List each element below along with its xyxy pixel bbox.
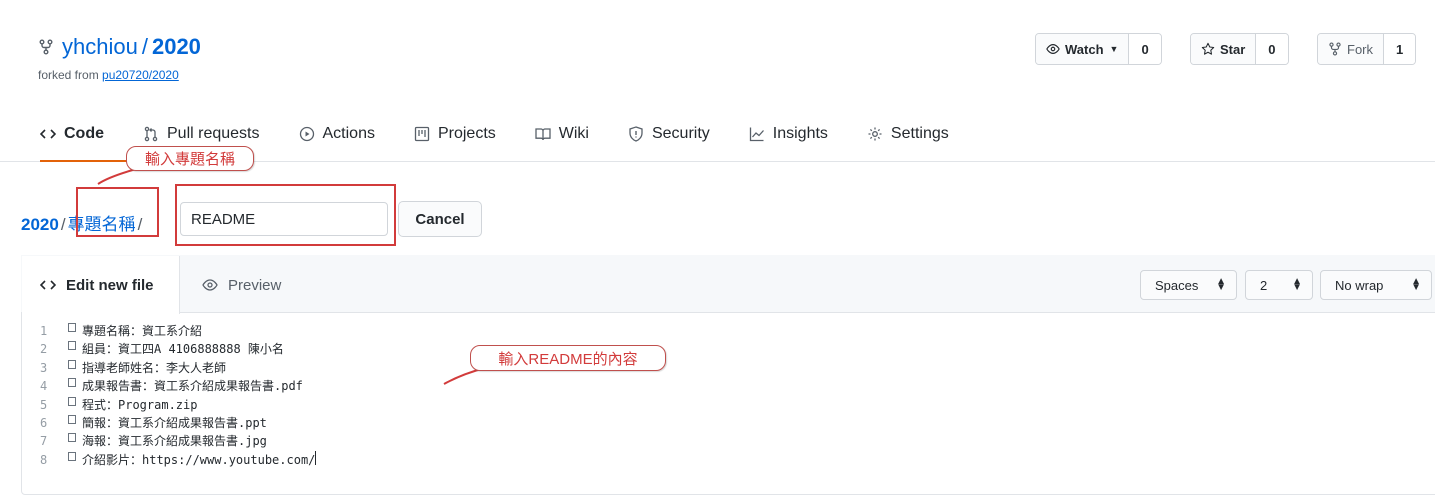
annotation-box-folder (76, 187, 159, 237)
project-name-callout: 輸入專題名稱 (126, 146, 254, 171)
annotation-box-filename (175, 184, 396, 246)
readme-callout: 輸入README的內容 (470, 345, 666, 371)
